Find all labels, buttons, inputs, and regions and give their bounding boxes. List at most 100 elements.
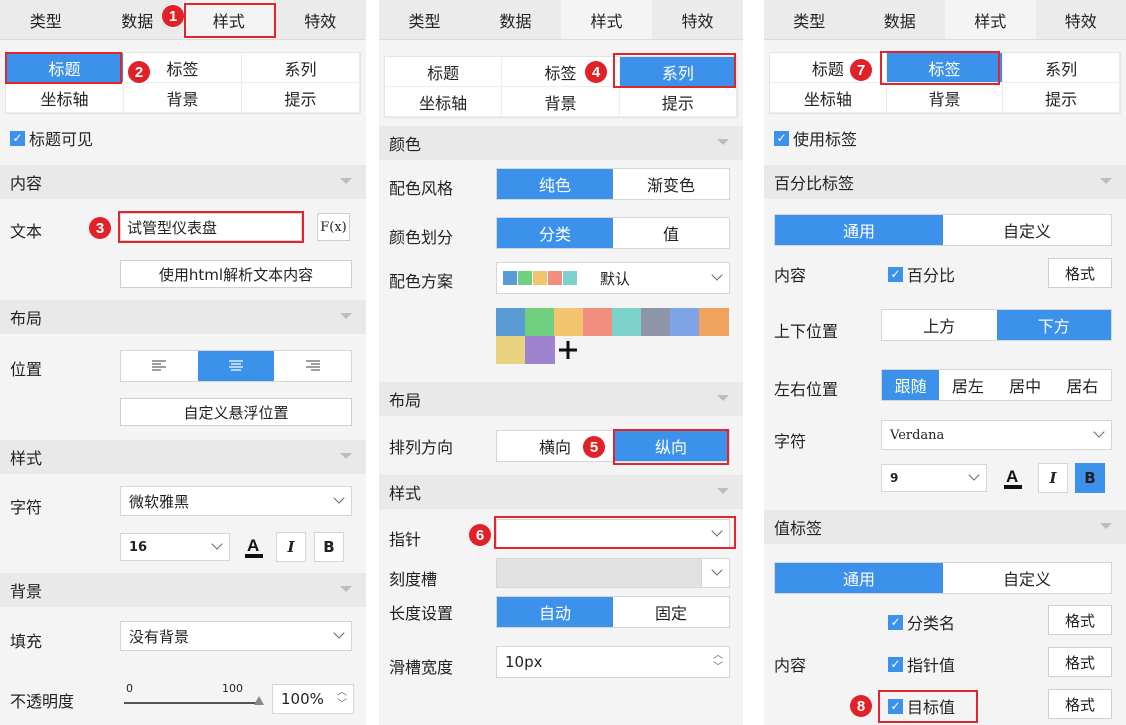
- section-style[interactable]: 样式: [0, 440, 366, 474]
- palette-color-cell[interactable]: [554, 308, 584, 336]
- palette-color-cell[interactable]: [525, 308, 555, 336]
- title-text-input[interactable]: 试管型仪表盘: [120, 213, 302, 241]
- palette-color-cell[interactable]: [612, 308, 642, 336]
- section-percent-label[interactable]: 百分比标签: [764, 165, 1126, 199]
- italic-button[interactable]: I: [276, 532, 306, 562]
- pointer-format-button[interactable]: 格式: [1048, 647, 1112, 677]
- font-color-button[interactable]: A: [998, 463, 1028, 493]
- solid-color-option[interactable]: 纯色: [497, 169, 613, 199]
- formula-button[interactable]: F(x): [317, 213, 350, 241]
- section-content[interactable]: 内容: [0, 165, 366, 199]
- opacity-slider-handle[interactable]: [254, 696, 264, 705]
- section-value-label[interactable]: 值标签: [764, 510, 1126, 544]
- follow-option[interactable]: 跟随: [882, 370, 940, 400]
- percent-checkbox[interactable]: ✓ 百分比: [888, 262, 955, 286]
- center-option[interactable]: 居中: [997, 370, 1054, 400]
- palette-color-cell[interactable]: [496, 336, 526, 364]
- right-option[interactable]: 居右: [1054, 370, 1111, 400]
- category-option[interactable]: 分类: [497, 218, 613, 248]
- general-option[interactable]: 通用: [775, 563, 943, 593]
- general-option[interactable]: 通用: [775, 215, 943, 245]
- opacity-input[interactable]: 100% ︿ ﹀: [272, 684, 354, 714]
- palette-color-cell[interactable]: [583, 308, 613, 336]
- left-option[interactable]: 居左: [939, 370, 996, 400]
- align-right-icon[interactable]: [274, 351, 351, 381]
- font-color-button[interactable]: A: [239, 532, 269, 562]
- tab-type[interactable]: 类型: [764, 0, 855, 39]
- below-option[interactable]: 下方: [996, 310, 1111, 340]
- tab-style[interactable]: 样式: [561, 0, 652, 39]
- subtab-axis[interactable]: 坐标轴: [6, 83, 124, 113]
- tab-effects[interactable]: 特效: [275, 0, 367, 39]
- category-format-button[interactable]: 格式: [1048, 605, 1112, 635]
- section-layout[interactable]: 布局: [379, 382, 743, 416]
- bold-button[interactable]: B: [314, 532, 344, 562]
- palette-color-cell[interactable]: [641, 308, 671, 336]
- palette-color-cell[interactable]: [699, 308, 729, 336]
- font-size-select[interactable]: 9: [881, 464, 987, 492]
- subtab-title[interactable]: 标题: [6, 53, 124, 83]
- spinner-arrows-icon[interactable]: ︿ ﹀: [713, 650, 723, 674]
- title-visible-checkbox[interactable]: ✓ 标题可见: [10, 126, 93, 150]
- category-name-checkbox[interactable]: ✓ 分类名: [888, 610, 955, 634]
- subtab-title[interactable]: 标题: [385, 57, 503, 87]
- tab-effects[interactable]: 特效: [652, 0, 743, 39]
- palette-color-cell[interactable]: [496, 308, 526, 336]
- target-value-checkbox[interactable]: ✓ 目标值: [888, 694, 955, 718]
- section-color[interactable]: 颜色: [379, 126, 743, 160]
- custom-float-position-button[interactable]: 自定义悬浮位置: [120, 398, 352, 426]
- subtab-axis[interactable]: 坐标轴: [770, 83, 887, 113]
- subtab-tooltip[interactable]: 提示: [1003, 83, 1120, 113]
- use-label-checkbox[interactable]: ✓ 使用标签: [774, 126, 857, 150]
- tab-type[interactable]: 类型: [0, 0, 92, 39]
- add-color-icon[interactable]: [554, 336, 584, 364]
- tab-type[interactable]: 类型: [379, 0, 470, 39]
- subtab-series[interactable]: 系列: [242, 53, 360, 83]
- custom-option[interactable]: 自定义: [943, 563, 1111, 593]
- bold-button[interactable]: B: [1075, 463, 1105, 493]
- target-format-button[interactable]: 格式: [1048, 689, 1112, 719]
- subtab-axis[interactable]: 坐标轴: [385, 87, 503, 117]
- section-style[interactable]: 样式: [379, 475, 743, 509]
- subtab-series[interactable]: 系列: [1003, 53, 1120, 83]
- align-left-icon[interactable]: [121, 351, 198, 381]
- tab-data[interactable]: 数据: [470, 0, 561, 39]
- slot-width-input[interactable]: 10px ︿ ﹀: [496, 646, 730, 678]
- tab-style[interactable]: 样式: [183, 0, 275, 39]
- color-scheme-select[interactable]: 默认: [496, 262, 730, 294]
- font-size-select[interactable]: 16: [120, 533, 230, 561]
- tab-effects[interactable]: 特效: [1036, 0, 1126, 39]
- subtab-tooltip[interactable]: 提示: [619, 87, 737, 117]
- subtab-series[interactable]: 系列: [619, 57, 737, 87]
- tab-style[interactable]: 样式: [945, 0, 1036, 39]
- gradient-option[interactable]: 渐变色: [613, 169, 729, 199]
- align-center-icon[interactable]: [197, 351, 275, 381]
- section-layout[interactable]: 布局: [0, 300, 366, 334]
- html-parse-button[interactable]: 使用html解析文本内容: [120, 260, 352, 288]
- palette-color-cell[interactable]: [525, 336, 555, 364]
- pointer-value-checkbox[interactable]: ✓ 指针值: [888, 652, 955, 676]
- fill-select[interactable]: 没有背景: [120, 621, 352, 651]
- subtab-background[interactable]: 背景: [502, 87, 620, 117]
- font-select[interactable]: Verdana: [881, 420, 1112, 450]
- subtab-label[interactable]: 标签: [886, 53, 1004, 83]
- percent-format-button[interactable]: 格式: [1048, 258, 1112, 288]
- vertical-option[interactable]: 纵向: [613, 431, 729, 461]
- subtab-background[interactable]: 背景: [124, 83, 242, 113]
- above-option[interactable]: 上方: [882, 310, 997, 340]
- groove-select[interactable]: [496, 558, 730, 588]
- custom-option[interactable]: 自定义: [943, 215, 1111, 245]
- italic-button[interactable]: I: [1038, 463, 1068, 493]
- auto-option[interactable]: 自动: [497, 597, 613, 627]
- subtab-background[interactable]: 背景: [886, 83, 1004, 113]
- palette-color-cell[interactable]: [670, 308, 700, 336]
- subtab-tooltip[interactable]: 提示: [242, 83, 360, 113]
- tab-data[interactable]: 数据: [855, 0, 946, 39]
- section-background[interactable]: 背景: [0, 573, 366, 607]
- spinner-arrows-icon[interactable]: ︿ ﹀: [337, 687, 347, 711]
- pointer-select[interactable]: [496, 519, 730, 549]
- fixed-option[interactable]: 固定: [613, 597, 729, 627]
- opacity-slider-track[interactable]: [124, 702, 258, 704]
- font-select[interactable]: 微软雅黑: [120, 486, 352, 516]
- value-option[interactable]: 值: [613, 218, 729, 248]
